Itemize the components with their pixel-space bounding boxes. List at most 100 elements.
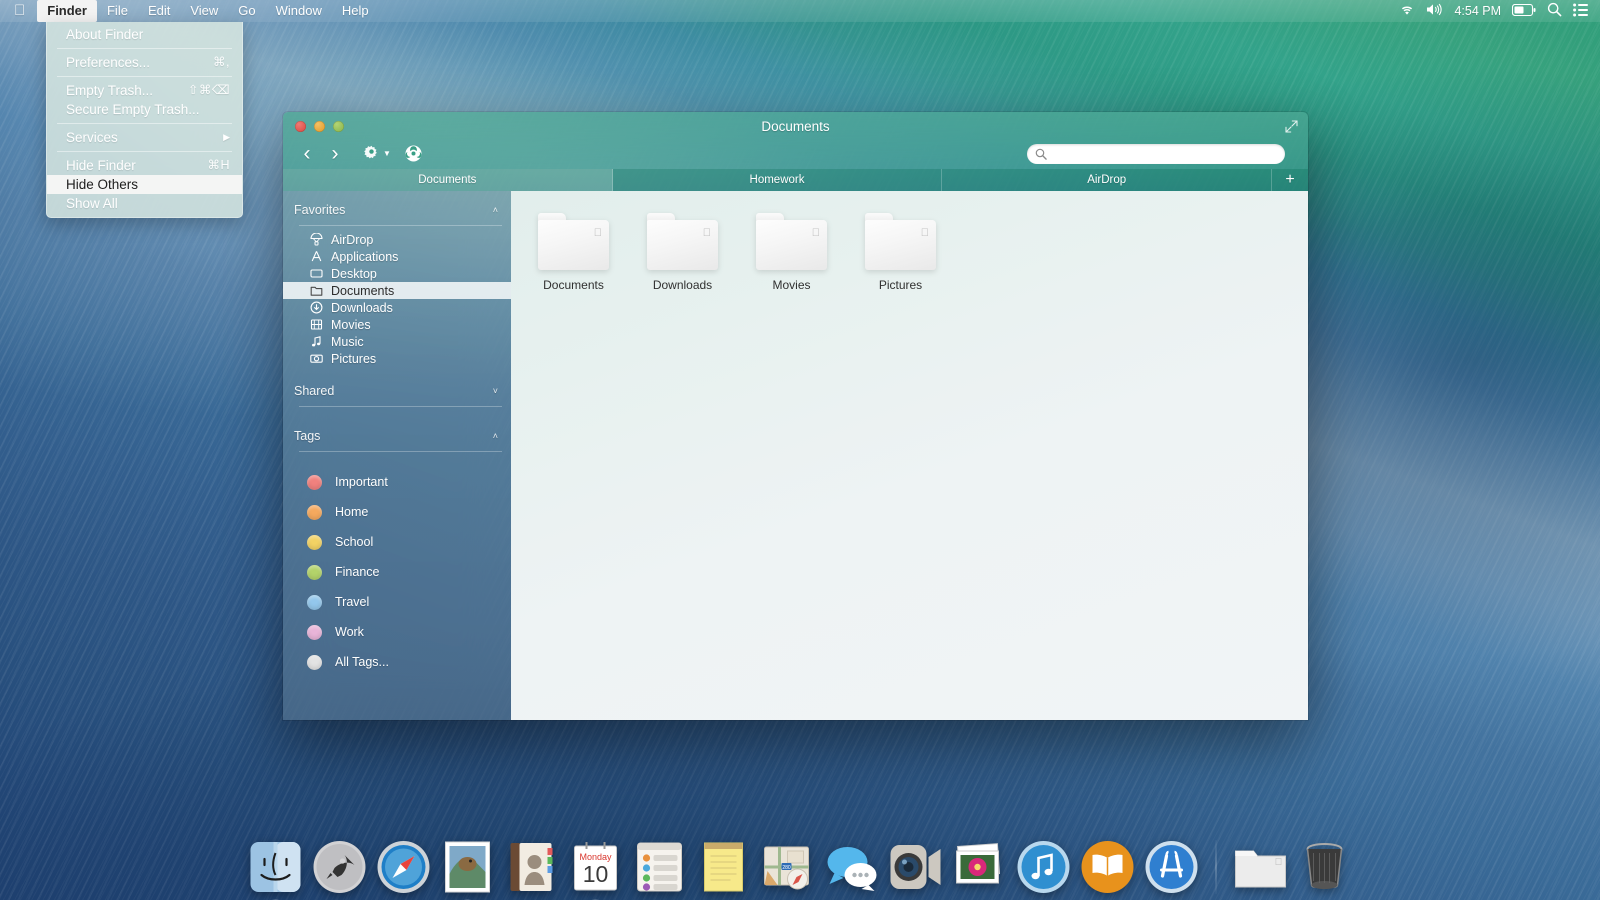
sidebar-section-favorites-header[interactable]: Favorites ˄ [283,200,511,220]
search-icon [1035,148,1047,160]
dock-item-iphoto[interactable] [951,838,1009,896]
file-content-area[interactable]:  Documents  Downloads  M [511,191,1308,720]
menu-item-edit[interactable]: Edit [138,0,180,22]
calendar-icon: Monday 10 [567,838,625,896]
sidebar: Favorites ˄ AirDrop Applications Desktop… [283,191,511,720]
apple-logo-icon[interactable]:  [0,3,37,18]
dock-item-mail[interactable] [439,838,497,900]
dock-item-notes[interactable] [695,838,753,896]
menu-bar-status-area: 4:54 PM [1399,2,1600,20]
menu-item-window[interactable]: Window [266,0,332,22]
menu-option-secure-empty-trash[interactable]: Secure Empty Trash... [47,100,242,119]
sidebar-tag-work[interactable]: Work [283,617,511,647]
svg-text::  [1275,857,1283,868]
sidebar-tag-label: Home [335,505,369,519]
menu-item-finder[interactable]: Finder [37,0,97,22]
sidebar-item-applications[interactable]: Applications [283,248,511,265]
dock-item-contacts[interactable] [503,838,561,896]
dock-item-safari[interactable] [375,838,433,896]
sidebar-item-label: Desktop [331,266,377,281]
search-field[interactable] [1027,143,1285,164]
sidebar-tag-school[interactable]: School [283,527,511,557]
menu-separator [57,48,232,49]
window-titlebar[interactable]: Documents ‹ › ▼ [283,112,1308,169]
search-input[interactable] [1052,146,1277,161]
wifi-icon[interactable] [1399,4,1415,19]
dock-item-trash[interactable] [1296,838,1354,896]
menu-option-show-all[interactable]: Show All [47,194,242,213]
dock-item-itunes[interactable] [1015,838,1073,896]
submenu-arrow-icon: ▶ [223,132,230,142]
sidebar-section-tags-header[interactable]: Tags ˄ [283,426,511,446]
menu-separator [57,76,232,77]
menu-option-about-finder[interactable]: About Finder [47,25,242,44]
chevron-down-icon: ˅ [492,386,498,396]
airdrop-parachute-icon [309,233,324,246]
menu-option-services[interactable]: Services ▶ [47,128,242,147]
file-item-downloads[interactable]:  Downloads [646,213,719,292]
dock-item-facetime[interactable] [887,838,945,896]
tag-color-dot [307,594,322,610]
sidebar-tag-important[interactable]: Important [283,467,511,497]
dock-item-launchpad[interactable] [311,838,369,896]
dock-item-finder[interactable] [247,838,305,900]
volume-icon[interactable] [1426,3,1443,19]
sidebar-tag-finance[interactable]: Finance [283,557,511,587]
file-item-documents[interactable]:  Documents [537,213,610,292]
tab-airdrop[interactable]: AirDrop [942,169,1273,191]
menu-option-preferences[interactable]: Preferences... ⌘, [47,53,242,72]
sidebar-item-label: AirDrop [331,232,374,247]
add-tab-button[interactable]: + [1272,169,1308,191]
file-item-movies[interactable]:  Movies [755,213,828,292]
file-item-pictures[interactable]:  Pictures [864,213,937,292]
sidebar-item-downloads[interactable]: Downloads [283,299,511,316]
back-button[interactable]: ‹ [293,143,321,164]
dock-item-messages[interactable] [823,838,881,896]
menu-option-label: Services [66,130,118,145]
menu-option-label: Empty Trash... [66,83,154,98]
tab-documents[interactable]: Documents [283,169,613,191]
dock-item-reminders[interactable] [631,838,689,896]
sidebar-item-documents[interactable]: Documents [283,282,511,299]
dock-item-ibooks[interactable] [1079,838,1137,896]
forward-button[interactable]: › [321,143,349,164]
sidebar-item-desktop[interactable]: Desktop [283,265,511,282]
sidebar-item-movies[interactable]: Movies [283,316,511,333]
sidebar-item-airdrop[interactable]: AirDrop [283,231,511,248]
burn-disc-icon[interactable] [405,145,422,162]
expand-window-icon[interactable] [1285,120,1298,133]
notification-center-icon[interactable] [1573,3,1589,20]
menu-item-file[interactable]: File [97,0,138,22]
sidebar-section-shared-header[interactable]: Shared ˅ [283,381,511,401]
safari-compass-icon [375,838,433,896]
dock-item-app-store[interactable] [1143,838,1201,896]
launchpad-rocket-icon [311,838,369,896]
menu-option-shortcut: ⌘H [207,158,230,172]
sidebar-tag-travel[interactable]: Travel [283,587,511,617]
sidebar-item-pictures[interactable]: Pictures [283,350,511,367]
menu-item-go[interactable]: Go [228,0,265,22]
menu-bar-clock[interactable]: 4:54 PM [1454,4,1501,18]
menu-option-label: Preferences... [66,55,151,70]
apple-watermark-icon:  [594,227,602,239]
finder-application-menu: About Finder Preferences... ⌘, Empty Tra… [46,22,243,218]
menu-option-hide-finder[interactable]: Hide Finder ⌘H [47,156,242,175]
menu-option-shortcut: ⇧⌘⌫ [187,83,230,97]
desktop-monitor-icon [309,267,324,280]
menu-item-view[interactable]: View [180,0,228,22]
battery-icon[interactable] [1511,3,1536,19]
dock-item-maps[interactable]: 280 [759,838,817,896]
dock-item-documents-folder[interactable]:  [1232,838,1290,896]
sidebar-item-music[interactable]: Music [283,333,511,350]
spotlight-search-icon[interactable] [1547,2,1562,20]
sidebar-tag-home[interactable]: Home [283,497,511,527]
sidebar-tag-all-tags[interactable]: All Tags... [283,647,511,677]
menu-option-empty-trash[interactable]: Empty Trash... ⇧⌘⌫ [47,81,242,100]
gear-action-menu[interactable]: ▼ [363,145,391,162]
menu-option-hide-others[interactable]: Hide Others [47,175,242,194]
dock-item-calendar[interactable]: Monday 10 [567,838,625,900]
menu-item-help[interactable]: Help [332,0,379,22]
search-container [1027,143,1285,164]
sidebar-item-label: Downloads [331,300,393,315]
tab-homework[interactable]: Homework [613,169,943,191]
